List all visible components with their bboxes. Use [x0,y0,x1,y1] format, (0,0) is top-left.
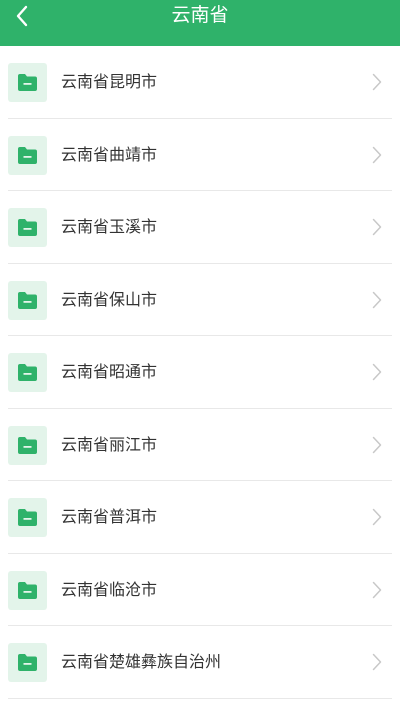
list-item-label: 云南省曲靖市 [61,144,158,164]
folder-icon [18,654,37,671]
chevron-right-icon [372,291,382,308]
chevron-right-icon [372,581,382,598]
list-item[interactable]: 云南省曲靖市 [0,119,400,192]
list-item[interactable]: 云南省临沧市 [0,554,400,627]
list-item-label: 云南省普洱市 [61,507,158,526]
folder-icon [18,581,37,599]
list-item[interactable]: 云南省楚雄彝族自治州 [0,626,400,699]
list-item[interactable]: 云南省昭通市 [0,336,400,409]
folder-icon-box [8,498,47,537]
folder-icon [18,436,37,454]
chevron-right-icon [372,508,382,526]
list-item-label: 云南省玉溪市 [61,217,158,236]
folder-icon-box [8,135,47,175]
folder-icon [18,364,37,381]
list-item-label: 云南省楚雄彝族自治州 [61,652,222,671]
folder-icon-box [8,280,47,320]
chevron-right-icon [372,73,382,91]
folder-icon-box [8,63,47,102]
chevron-right-icon [372,436,382,453]
list-item[interactable]: 云南省玉溪市 [0,191,400,264]
folder-icon-box [8,208,47,247]
chevron-right-icon [372,218,382,236]
list-item-label: 云南省昆明市 [61,72,158,91]
list-item[interactable]: 云南省丽江市 [0,409,400,482]
folder-icon [18,74,37,91]
chevron-right-icon [372,363,382,381]
folder-icon [18,291,37,309]
list-item[interactable]: 云南省普洱市 [0,481,400,554]
list-item[interactable]: 云南省昆明市 [0,46,400,119]
list-item-label: 云南省临沧市 [61,579,158,599]
folder-icon-box [8,353,47,392]
folder-icon [18,509,37,526]
folder-icon [18,146,37,164]
list-item-label: 云南省保山市 [61,289,158,309]
folder-icon-box [8,425,47,465]
chevron-right-icon [372,653,382,671]
city-list: 云南省昆明市 云南省曲靖市 云南省玉溪市 云南省保山市 云南省昭通市 云南省丽江… [0,46,400,699]
list-item-label: 云南省丽江市 [61,434,158,454]
folder-icon-box [8,643,47,682]
page-title: 云南省 [171,4,229,26]
list-item[interactable]: 云南省保山市 [0,264,400,337]
folder-icon-box [8,570,47,610]
folder-icon [18,219,37,236]
app-header: 云南省 [0,0,400,46]
list-item-label: 云南省昭通市 [61,362,158,381]
chevron-right-icon [372,146,382,163]
